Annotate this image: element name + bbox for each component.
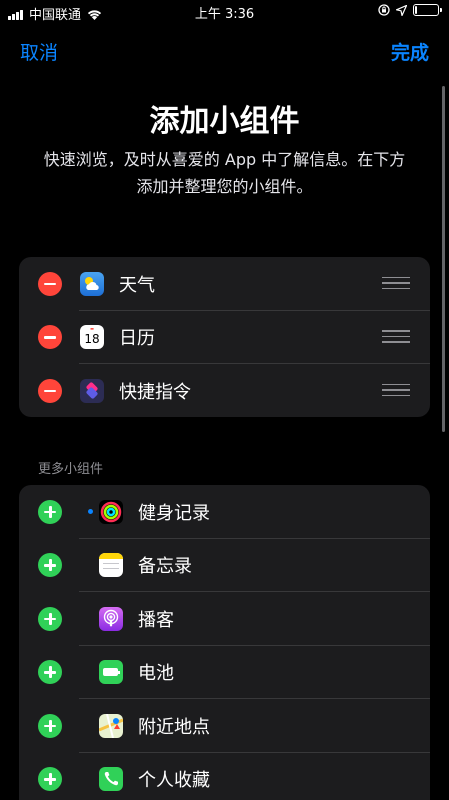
active-widget-row-calendar[interactable]: ▬ 18 日历 bbox=[19, 311, 430, 365]
more-widget-row-favorites[interactable]: 个人收藏 bbox=[19, 753, 430, 800]
add-button[interactable] bbox=[38, 553, 62, 578]
active-widget-row-weather[interactable]: 天气 bbox=[19, 257, 430, 311]
remove-button[interactable] bbox=[38, 271, 62, 296]
page-title: 添加小组件 bbox=[149, 104, 300, 139]
active-widget-row-shortcuts[interactable]: 快捷指令 bbox=[19, 364, 430, 417]
reorder-handle-icon[interactable] bbox=[382, 330, 410, 344]
more-widget-row-battery[interactable]: 电池 bbox=[19, 646, 430, 700]
scroll-indicator[interactable] bbox=[442, 86, 445, 432]
reorder-handle-icon[interactable] bbox=[382, 276, 410, 291]
widget-label: 日历 bbox=[119, 328, 155, 350]
maps-icon bbox=[99, 713, 123, 738]
battery-icon bbox=[99, 660, 123, 685]
status-right bbox=[372, 4, 442, 16]
add-button[interactable] bbox=[38, 660, 62, 685]
done-button[interactable]: 完成 bbox=[391, 38, 429, 65]
widget-label: 快捷指令 bbox=[119, 381, 191, 403]
add-button[interactable] bbox=[38, 606, 62, 631]
orientation-lock-icon bbox=[378, 4, 390, 16]
more-widget-row-fitness[interactable]: 健身记录 bbox=[19, 485, 430, 539]
more-widget-row-maps[interactable]: 附近地点 bbox=[19, 699, 430, 753]
page-subtitle: 快速浏览，及时从喜爱的 App 中了解信息。在下方添加并整理您的小组件。 bbox=[43, 150, 406, 196]
location-icon bbox=[396, 4, 407, 16]
fitness-icon bbox=[99, 499, 123, 524]
status-bar: 中国联通 上午 3:36 bbox=[0, 0, 449, 24]
more-widgets-list: 健身记录 备忘录 播客 电池 附近地点 个人收藏 bbox=[19, 485, 430, 800]
shortcuts-icon bbox=[80, 378, 104, 403]
calendar-icon: ▬ 18 bbox=[80, 325, 104, 350]
widget-label: 个人收藏 bbox=[138, 770, 210, 792]
add-button[interactable] bbox=[38, 767, 62, 792]
new-indicator-dot bbox=[88, 509, 93, 515]
remove-button[interactable] bbox=[38, 325, 62, 350]
widget-label: 健身记录 bbox=[138, 502, 210, 524]
remove-button[interactable] bbox=[38, 378, 62, 403]
widget-label: 附近地点 bbox=[138, 716, 210, 738]
add-button[interactable] bbox=[38, 499, 62, 524]
add-button[interactable] bbox=[38, 713, 62, 738]
widget-label: 电池 bbox=[138, 663, 174, 685]
widget-label: 播客 bbox=[138, 609, 174, 631]
section-header-more: 更多小组件 bbox=[38, 462, 104, 477]
widget-label: 备忘录 bbox=[138, 556, 192, 578]
phone-icon bbox=[99, 767, 123, 792]
battery-status-icon bbox=[413, 4, 442, 16]
calendar-day: 18 bbox=[84, 332, 100, 347]
active-widgets-list: 天气 ▬ 18 日历 快捷指令 bbox=[19, 257, 430, 417]
more-widget-row-notes[interactable]: 备忘录 bbox=[19, 539, 430, 593]
more-widget-row-podcasts[interactable]: 播客 bbox=[19, 592, 430, 646]
podcasts-icon bbox=[99, 606, 123, 631]
weather-icon bbox=[80, 271, 104, 296]
cancel-button[interactable]: 取消 bbox=[20, 38, 58, 65]
notes-icon bbox=[99, 553, 123, 578]
widget-label: 天气 bbox=[119, 274, 155, 296]
reorder-handle-icon[interactable] bbox=[382, 383, 410, 398]
